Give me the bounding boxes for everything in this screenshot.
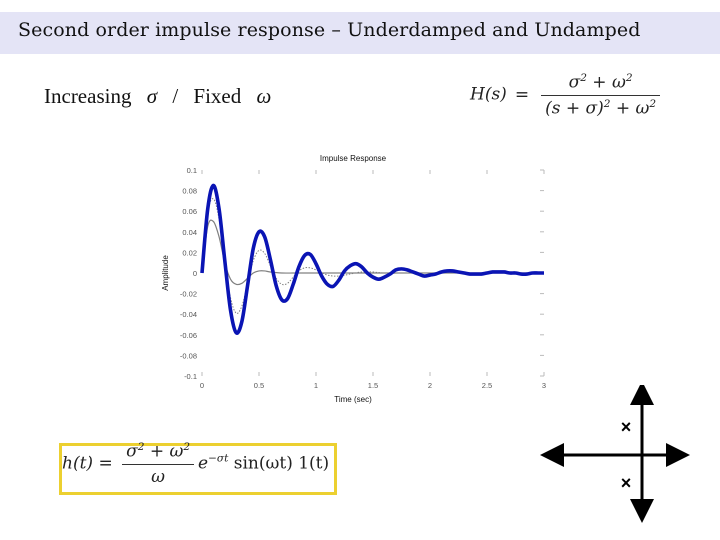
den-term: (s + σ) (545, 98, 604, 119)
num-omega: + ω (586, 72, 626, 93)
x-axis-label: Time (sec) (334, 395, 372, 404)
impulse-response-chart: Impulse Response Time (sec) Amplitude 0.1 0.… (161, 154, 546, 404)
exp-base: e (198, 453, 209, 474)
y-tick-label: 0.02 (182, 248, 197, 257)
sigma-symbol: σ (146, 84, 158, 108)
y-tick-label: 0.04 (182, 228, 197, 237)
num-sigma-exp: 2 (580, 72, 587, 84)
x-tick-label: 0 (200, 381, 204, 390)
y-tick-label: -0.04 (180, 310, 197, 319)
omega-symbol: ω (256, 84, 272, 108)
impulse-lhs: h(t) = (62, 453, 113, 474)
impulse-fraction: σ2 + ω2 ω (122, 441, 195, 487)
num-sigma: σ (568, 72, 581, 93)
x-tick-label: 2.5 (482, 381, 492, 390)
y-tick-label: 0 (193, 269, 197, 278)
y-tick-label: 0.08 (182, 187, 197, 196)
y-tick-label: 0.06 (182, 207, 197, 216)
x-tick-label: 2 (428, 381, 432, 390)
title-bar: Second order impulse response – Underdam… (0, 12, 720, 54)
impulse-response-formula: h(t) = σ2 + ω2 ω e−σt sin(ωt) 1(t) (62, 441, 329, 487)
transfer-function-fraction: σ2 + ω2 (s + σ)2 + ω2 (541, 72, 661, 119)
x-tick-label: 1 (314, 381, 318, 390)
equals-sign: = (514, 84, 530, 105)
subtitle: Increasing σ / Fixed ω (44, 84, 281, 109)
slash: / (172, 84, 179, 108)
subtitle-prefix: Increasing (44, 84, 132, 108)
transfer-function-denominator: (s + σ)2 + ω2 (541, 96, 660, 119)
impulse-denominator: ω (151, 466, 166, 487)
subtitle-middle: Fixed (193, 84, 242, 108)
impulse-numerator: σ2 + ω2 (122, 441, 195, 465)
y-tick-label: -0.02 (180, 290, 197, 299)
den-omega-exp: 2 (649, 97, 657, 110)
num-omega-exp: 2 (625, 72, 633, 84)
y-tick-label: -0.06 (180, 331, 197, 340)
transfer-function-lhs: H(s) (470, 84, 507, 105)
y-axis-label: Amplitude (161, 255, 170, 291)
y-tick-label: -0.08 (180, 351, 197, 360)
pole-marker: × (621, 417, 632, 437)
pole-marker: × (621, 473, 632, 493)
transfer-function-numerator: σ2 + ω2 (541, 72, 661, 96)
pole-zero-plot: ×× (540, 385, 690, 523)
x-tick-label: 0.5 (254, 381, 264, 390)
imp-num-omega-exp: 2 (183, 441, 191, 453)
y-tick-label: 0.1 (187, 166, 197, 175)
imp-num-omega: + ω (144, 441, 184, 462)
impulse-tail: sin(ωt) 1(t) (233, 453, 330, 474)
series-line-small-sigma (200, 183, 544, 335)
y-tick-label: -0.1 (184, 372, 197, 381)
transfer-function-formula: H(s) = σ2 + ω2 (s + σ)2 + ω2 (470, 72, 664, 118)
den-omega: + ω (610, 98, 650, 119)
exponent: −σt (208, 452, 229, 465)
imp-num-sigma: σ (126, 441, 138, 462)
x-tick-label: 1.5 (368, 381, 378, 390)
chart-title: Impulse Response (320, 154, 387, 163)
slide-title: Second order impulse response – Underdam… (18, 19, 641, 41)
